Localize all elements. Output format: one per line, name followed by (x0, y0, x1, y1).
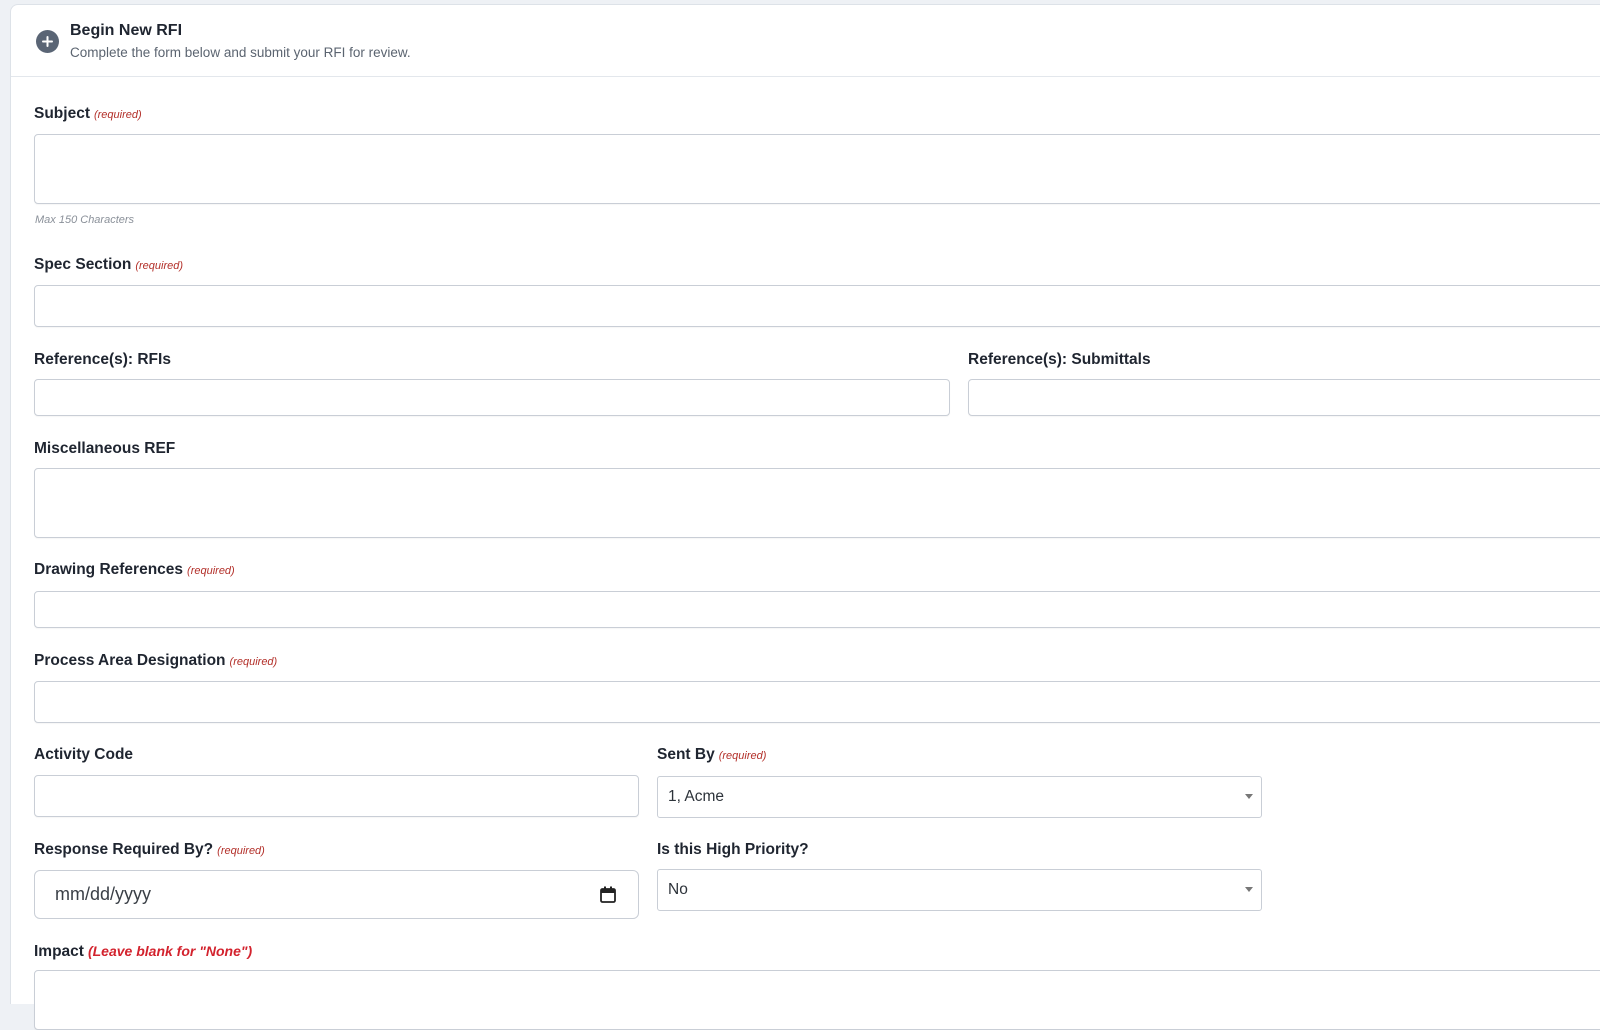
drawing-refs-label: Drawing References (required) (34, 561, 235, 579)
ref-rfis-label: Reference(s): RFIs (34, 351, 171, 368)
drawing-refs-label-text: Drawing References (34, 561, 184, 578)
high-priority-label: Is this High Priority? (657, 841, 809, 858)
process-area-input[interactable] (34, 681, 1600, 723)
spec-section-input[interactable] (34, 285, 1600, 327)
impact-label: Impact (Leave blank for "None") (34, 943, 252, 961)
required-marker: (required) (135, 260, 184, 272)
spec-section-label: Spec Section (required) (34, 256, 183, 274)
date-placeholder: mm/dd/yyyy (55, 884, 152, 904)
required-marker: (required) (718, 750, 767, 762)
response-required-by-label: Response Required By? (required) (34, 841, 265, 859)
card-header: Begin New RFI Complete the form below an… (11, 5, 1600, 77)
sent-by-label-text: Sent By (657, 746, 715, 763)
sent-by-selected-value: 1, Acme (668, 788, 724, 805)
plus-circle-icon (36, 30, 59, 53)
response-required-by-date-input[interactable]: mm/dd/yyyy (34, 870, 639, 919)
ref-submittals-label: Reference(s): Submittals (968, 351, 1151, 368)
page-title: Begin New RFI (70, 22, 183, 39)
high-priority-selected-value: No (668, 881, 688, 898)
required-marker: (required) (187, 565, 235, 577)
activity-code-input[interactable] (34, 775, 639, 817)
subject-label: Subject (required) (34, 105, 142, 123)
caret-down-icon (1245, 794, 1253, 799)
impact-input[interactable] (34, 970, 1600, 1030)
required-marker: (required) (93, 109, 142, 121)
subject-help-text: Max 150 Characters (35, 214, 135, 226)
sent-by-label: Sent By (required) (657, 746, 766, 764)
drawing-refs-input[interactable] (34, 591, 1600, 628)
calendar-icon[interactable] (600, 886, 616, 903)
process-area-label: Process Area Designation (required) (34, 652, 277, 670)
impact-label-text: Impact (34, 943, 84, 960)
required-marker: (required) (217, 845, 265, 857)
process-area-label-text: Process Area Designation (34, 652, 226, 669)
misc-ref-input[interactable] (34, 468, 1600, 538)
misc-ref-label: Miscellaneous REF (34, 440, 176, 457)
ref-rfis-input[interactable] (34, 379, 950, 416)
ref-submittals-input[interactable] (968, 379, 1600, 416)
caret-down-icon (1245, 887, 1253, 892)
required-marker: (required) (229, 656, 278, 668)
subject-input[interactable] (34, 134, 1600, 204)
high-priority-select[interactable]: No (657, 869, 1262, 911)
activity-code-label: Activity Code (34, 746, 134, 763)
spec-section-label-text: Spec Section (34, 256, 132, 273)
sent-by-select[interactable]: 1, Acme (657, 776, 1262, 818)
impact-note: (Leave blank for "None") (87, 943, 253, 959)
response-required-by-label-text: Response Required By? (34, 841, 214, 858)
rfi-form-card: Begin New RFI Complete the form below an… (10, 4, 1600, 1030)
subject-label-text: Subject (34, 105, 90, 122)
page-subtitle: Complete the form below and submit your … (70, 45, 411, 60)
